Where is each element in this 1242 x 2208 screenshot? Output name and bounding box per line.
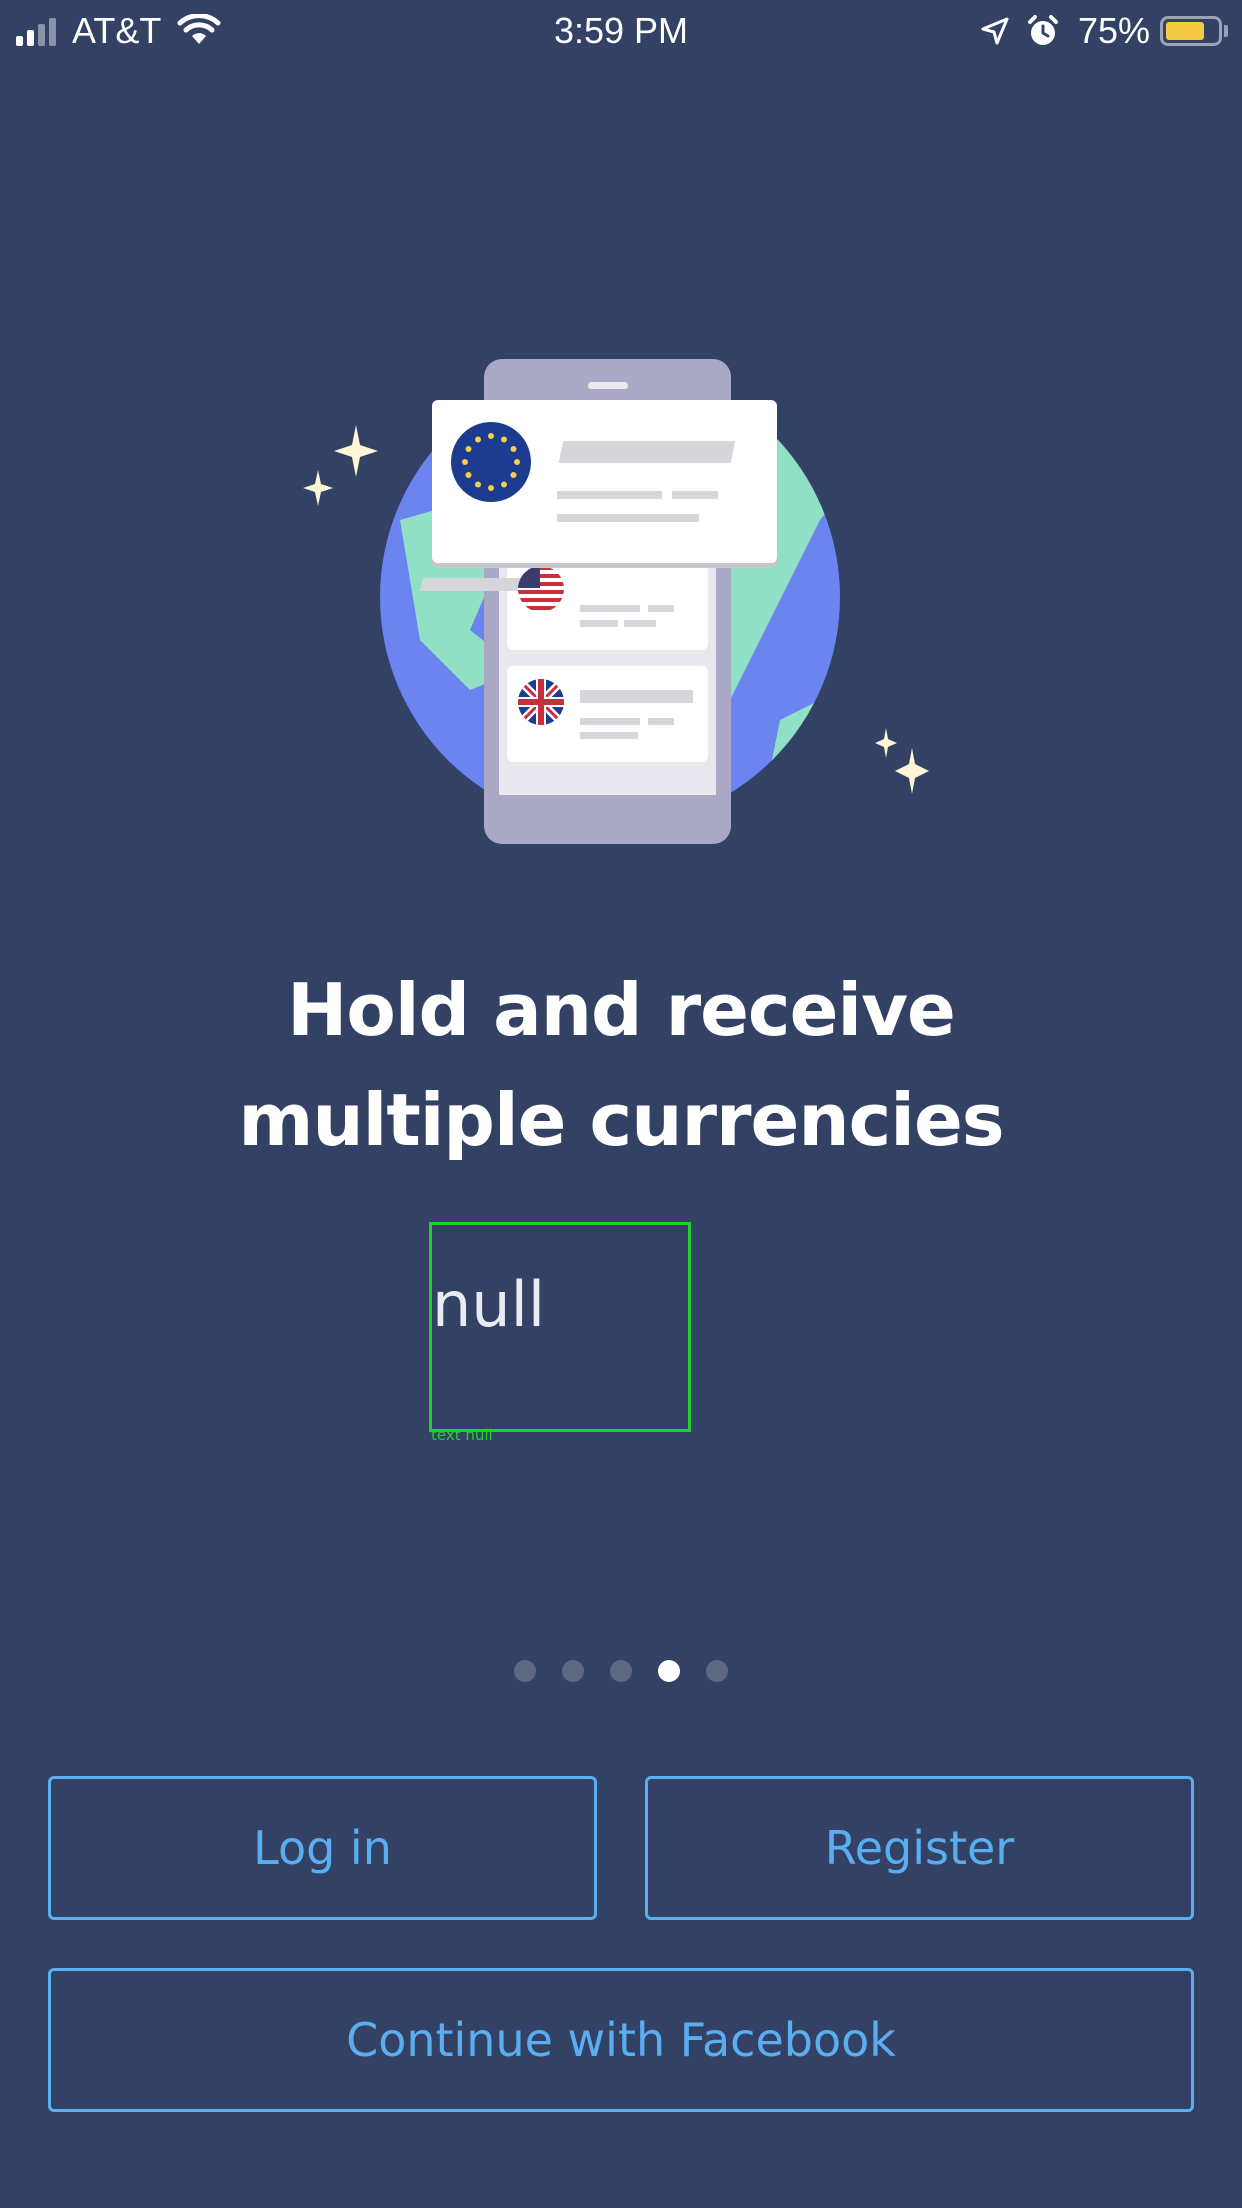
headline-line-2: multiple currencies [238, 1078, 1004, 1162]
page-dot-5[interactable] [706, 1660, 728, 1682]
page-dot-2[interactable] [562, 1660, 584, 1682]
login-button[interactable]: Log in [48, 1776, 597, 1920]
uk-flag-icon [518, 679, 564, 725]
us-flag-icon [518, 566, 564, 612]
annotation-caption: text null [431, 1426, 493, 1444]
register-button[interactable]: Register [645, 1776, 1194, 1920]
onboarding-headline: Hold and receive multiple currencies [0, 955, 1242, 1175]
status-bar: AT&T 3:59 PM 75% [0, 0, 1242, 62]
location-arrow-icon [980, 16, 1010, 46]
page-dot-4-active[interactable] [658, 1660, 680, 1682]
headline-line-1: Hold and receive [287, 968, 956, 1052]
page-dot-1[interactable] [514, 1660, 536, 1682]
illustration-svg [303, 359, 929, 844]
alarm-icon [1026, 14, 1060, 48]
page-dot-3[interactable] [610, 1660, 632, 1682]
status-bar-right: 75% [964, 8, 1228, 54]
battery-tip [1224, 25, 1228, 37]
eu-flag-icon [451, 422, 531, 502]
battery-fill [1166, 22, 1204, 40]
battery-icon [1160, 16, 1222, 46]
continue-with-facebook-button[interactable]: Continue with Facebook [48, 1968, 1194, 2112]
battery-percent: 75% [1077, 10, 1150, 51]
currencies-illustration [280, 340, 960, 860]
subtitle-text: null [432, 1268, 546, 1341]
page-indicator [0, 1660, 1242, 1682]
